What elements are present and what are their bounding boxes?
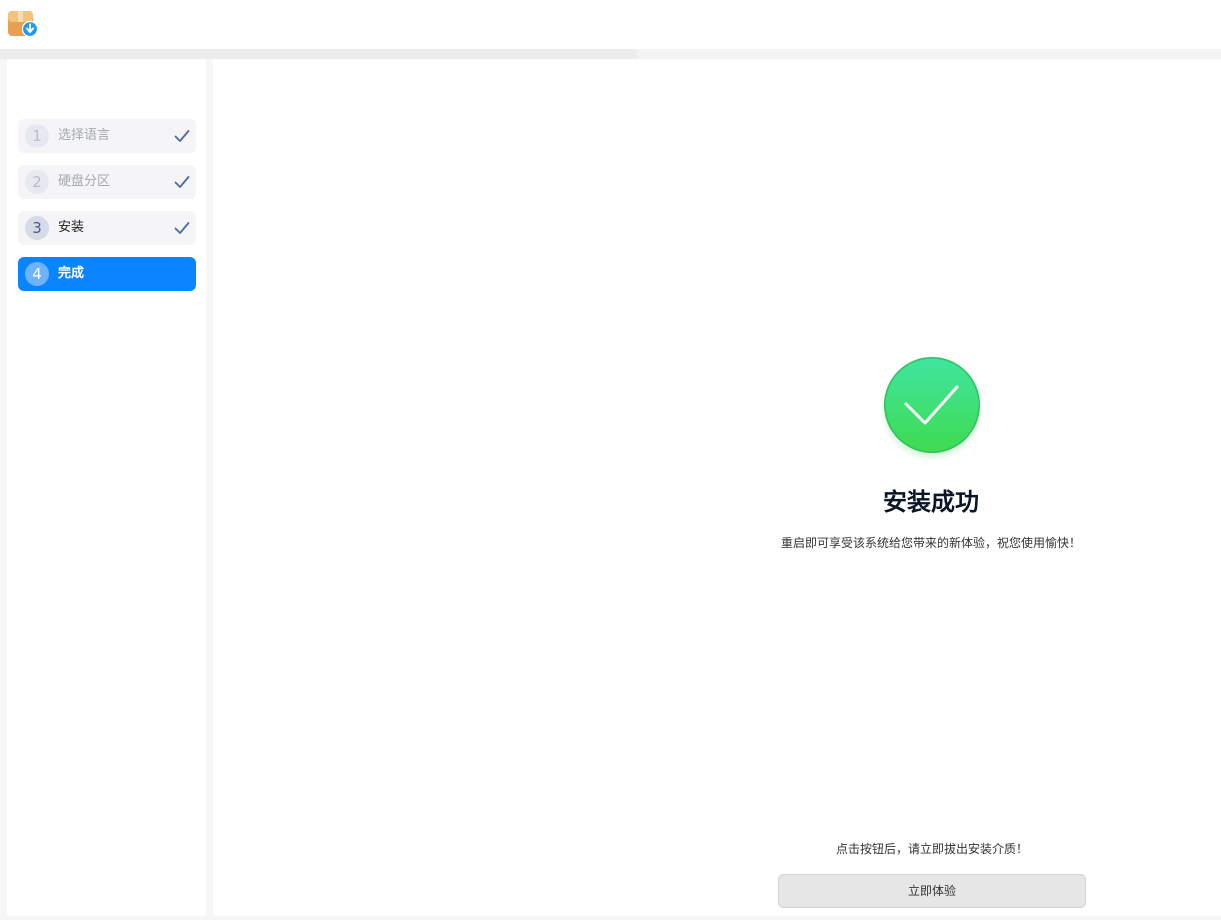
checkmark-icon — [174, 130, 190, 142]
remove-media-hint: 点击按钮后，请立即拔出安装介质！ — [835, 842, 1028, 856]
success-title: 安装成功 — [883, 488, 979, 516]
step-label: 选择语言 — [58, 128, 111, 143]
progress-fill — [0, 49, 637, 59]
success-check-icon — [880, 357, 984, 459]
checkmark-icon — [174, 176, 190, 188]
checkmark-icon — [174, 222, 190, 234]
step-disk-partition: 2 硬盘分区 — [18, 165, 196, 199]
step-label: 完成 — [58, 266, 85, 281]
step-finish: 4 完成 — [18, 257, 196, 291]
step-label: 安装 — [58, 220, 85, 235]
step-install: 3 安装 — [18, 211, 196, 245]
step-label: 硬盘分区 — [58, 174, 111, 189]
step-number: 4 — [25, 262, 49, 286]
step-number: 1 — [25, 124, 49, 148]
title-bar — [0, 0, 1221, 49]
package-installer-icon — [8, 11, 38, 38]
experience-now-button[interactable]: 立即体验 — [778, 874, 1086, 908]
progress-strip — [0, 49, 1221, 59]
steps-sidebar: 1 选择语言 2 硬盘分区 3 安装 4 完成 — [7, 59, 206, 916]
step-number: 2 — [25, 170, 49, 194]
success-description: 重启即可享受该系统给您带来的新体验，祝您使用愉快！ — [780, 536, 1081, 550]
step-number: 3 — [25, 216, 49, 240]
step-select-language: 1 选择语言 — [18, 119, 196, 153]
